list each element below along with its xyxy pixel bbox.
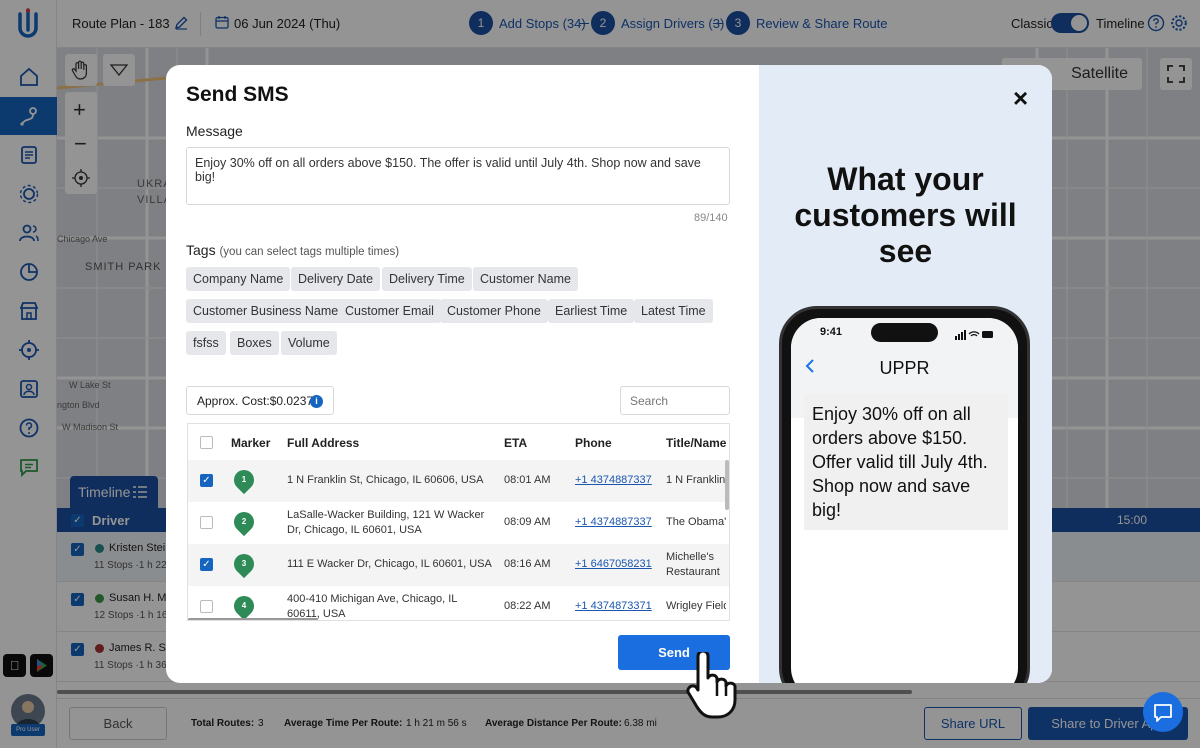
stop-marker-icon: 1 [229, 465, 259, 495]
table-row[interactable]: ✓ 3 111 E Wacker Dr, Chicago, IL 60601, … [188, 544, 729, 586]
row-checkbox[interactable] [200, 600, 213, 613]
table-row[interactable]: ✓ 1 1 N Franklin St, Chicago, IL 60606, … [188, 460, 729, 502]
tag-fsfss[interactable]: fsfss [186, 331, 226, 355]
support-chat-icon[interactable] [1143, 692, 1183, 732]
marker-number: 3 [241, 559, 247, 568]
tag-boxes[interactable]: Boxes [230, 331, 279, 355]
sms-preview-panel: × What your customers will see 9:41 UPPR… [759, 65, 1052, 683]
tag-delivery-time[interactable]: Delivery Time [382, 267, 472, 291]
row-eta: 08:16 AM [504, 558, 551, 570]
stops-table: Marker Full Address ETA Phone Title/Name… [187, 423, 730, 621]
modal-title: Send SMS [186, 83, 289, 106]
row-checkbox[interactable] [200, 516, 213, 529]
table-row[interactable]: 2 LaSalle-Wacker Building, 121 W Wacker … [188, 502, 729, 544]
tags-title: Tags [186, 242, 216, 258]
row-title: Wrigley Field [666, 600, 726, 612]
sms-bubble: Enjoy 30% off on all orders above $150. … [804, 394, 1008, 530]
table-row[interactable]: 4 400-410 Michigan Ave, Chicago, IL 6061… [188, 586, 729, 620]
cost-box: Approx. Cost:$0.0237 i [186, 386, 334, 415]
message-textarea[interactable]: Enjoy 30% off on all orders above $150. … [186, 147, 730, 205]
row-address: LaSalle-Wacker Building, 121 W Wacker Dr… [287, 509, 485, 536]
close-icon[interactable]: × [1013, 85, 1028, 111]
preview-heading: What your customers will see [794, 161, 1017, 269]
row-address: 400-410 Michigan Ave, Chicago, IL 60611,… [287, 593, 458, 620]
phone-notch [871, 323, 938, 342]
message-label: Message [186, 123, 243, 139]
tag-company-name[interactable]: Company Name [186, 267, 291, 291]
tag-customer-phone[interactable]: Customer Phone [440, 299, 548, 323]
phone-time: 9:41 [820, 326, 843, 338]
col-title-name: Title/Name [666, 436, 727, 450]
tags-label: Tags (you can select tags multiple times… [186, 242, 399, 258]
row-phone[interactable]: +1 4374873371 [575, 599, 652, 614]
row-checkbox[interactable]: ✓ [200, 558, 213, 571]
row-title: The Obama's [666, 516, 726, 528]
row-eta: 08:22 AM [504, 600, 551, 612]
table-horizontal-scrollbar[interactable] [188, 618, 318, 620]
marker-number: 2 [241, 517, 247, 526]
col-eta: ETA [504, 436, 528, 450]
row-title: 1 N Franklin [666, 474, 726, 486]
stop-marker-icon: 4 [229, 591, 259, 620]
row-phone[interactable]: +1 4374887337 [575, 473, 652, 488]
row-address: 111 E Wacker Dr, Chicago, IL 60601, USA [287, 558, 492, 570]
col-full-address: Full Address [287, 436, 360, 450]
approx-cost: Approx. Cost:$0.0237 [197, 394, 314, 408]
info-icon[interactable]: i [310, 395, 323, 408]
search-input[interactable] [620, 386, 730, 415]
marker-number: 1 [241, 475, 247, 484]
phone-mockup: 9:41 UPPR Enjoy 30% off on all orders ab… [779, 306, 1030, 683]
tag-customer-email[interactable]: Customer Email [338, 299, 441, 323]
marker-number: 4 [241, 601, 247, 610]
row-phone[interactable]: +1 4374887337 [575, 515, 652, 530]
tags-hint: (you can select tags multiple times) [219, 246, 400, 258]
table-vertical-scrollbar[interactable] [725, 460, 729, 510]
row-eta: 08:01 AM [504, 474, 551, 486]
stop-marker-icon: 2 [229, 507, 259, 537]
tag-volume[interactable]: Volume [281, 331, 337, 355]
row-eta: 08:09 AM [504, 516, 551, 528]
tag-customer-name[interactable]: Customer Name [473, 267, 578, 291]
stop-marker-icon: 3 [229, 549, 259, 579]
select-all-checkbox[interactable] [200, 436, 213, 449]
row-title: Michelle's Restaurant [666, 551, 720, 578]
phone-app-name: UPPR [879, 358, 930, 378]
char-count: 89/140 [694, 212, 728, 224]
sms-form-panel: Send SMS Message Enjoy 30% off on all or… [166, 65, 759, 683]
tag-customer-business-name[interactable]: Customer Business Name [186, 299, 346, 323]
signal-icon [955, 327, 995, 345]
tag-earliest-time[interactable]: Earliest Time [548, 299, 635, 323]
table-header-row: Marker Full Address ETA Phone Title/Name [188, 424, 729, 460]
send-sms-modal: Send SMS Message Enjoy 30% off on all or… [166, 65, 1052, 683]
hand-pointer-cursor-icon [686, 649, 748, 725]
phone-screen: 9:41 UPPR Enjoy 30% off on all orders ab… [791, 318, 1018, 683]
col-phone: Phone [575, 436, 612, 450]
tag-latest-time[interactable]: Latest Time [634, 299, 713, 323]
row-address: 1 N Franklin St, Chicago, IL 60606, USA [287, 474, 484, 486]
row-checkbox[interactable]: ✓ [200, 474, 213, 487]
tag-delivery-date[interactable]: Delivery Date [291, 267, 381, 291]
col-marker: Marker [231, 436, 271, 450]
row-phone[interactable]: +1 6467058231 [575, 557, 652, 572]
